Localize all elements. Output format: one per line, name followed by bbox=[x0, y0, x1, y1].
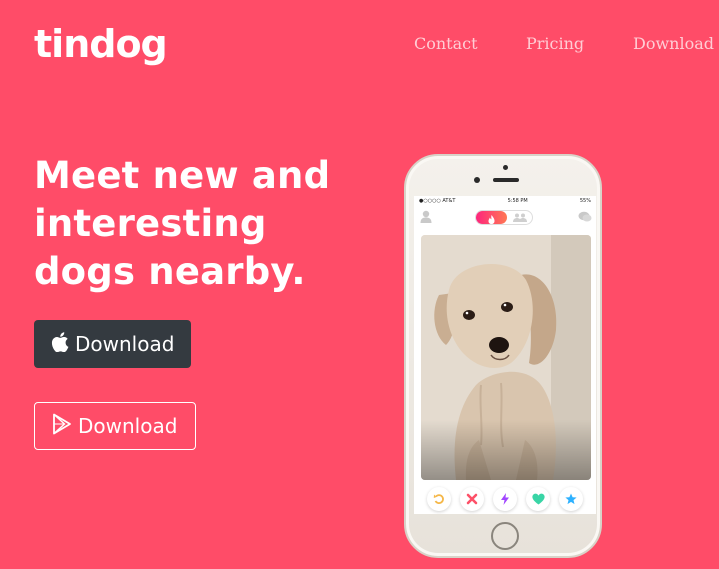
nav-pricing[interactable]: Pricing bbox=[526, 34, 584, 53]
chat-icon[interactable] bbox=[578, 211, 592, 223]
phone-front-sensor bbox=[474, 177, 480, 183]
status-bar: ●○○○○ AT&T 5:58 PM 55% bbox=[414, 196, 596, 206]
boost-button[interactable] bbox=[493, 487, 517, 511]
like-button[interactable] bbox=[526, 487, 550, 511]
top-nav: Contact Pricing Download bbox=[0, 34, 719, 58]
swipe-actions bbox=[414, 487, 596, 511]
dog-photo-card[interactable] bbox=[421, 235, 591, 480]
nav-contact[interactable]: Contact bbox=[414, 34, 478, 53]
like-icon bbox=[531, 493, 545, 505]
nope-icon bbox=[466, 493, 478, 505]
nope-button[interactable] bbox=[460, 487, 484, 511]
play-store-icon bbox=[52, 413, 72, 440]
play-download-label: Download bbox=[78, 414, 178, 438]
hero-headline: Meet new and interesting dogs nearby. bbox=[34, 152, 374, 296]
photo-shadow bbox=[421, 420, 591, 480]
phone-camera bbox=[503, 165, 508, 170]
superlike-icon bbox=[565, 493, 577, 505]
mode-toggle[interactable] bbox=[475, 210, 533, 225]
rewind-icon bbox=[433, 494, 444, 504]
apple-download-label: Download bbox=[75, 332, 175, 356]
profile-icon[interactable] bbox=[420, 210, 432, 223]
headline-line-2: interesting bbox=[34, 202, 267, 245]
superlike-button[interactable] bbox=[559, 487, 583, 511]
phone-mockup: ●○○○○ AT&T 5:58 PM 55% bbox=[404, 154, 602, 558]
rewind-button[interactable] bbox=[427, 487, 451, 511]
play-download-button[interactable]: Download bbox=[34, 402, 196, 450]
phone-speaker bbox=[493, 178, 519, 182]
group-icon[interactable] bbox=[512, 213, 528, 222]
phone-screen: ●○○○○ AT&T 5:58 PM 55% bbox=[414, 196, 596, 514]
boost-icon bbox=[501, 493, 509, 505]
nav-download[interactable]: Download bbox=[633, 34, 714, 53]
headline-line-1: Meet new and bbox=[34, 154, 331, 197]
battery-text: 55% bbox=[579, 198, 591, 204]
phone-home-button[interactable] bbox=[491, 522, 519, 550]
carrier-text: ●○○○○ AT&T bbox=[419, 198, 456, 204]
headline-line-3: dogs nearby. bbox=[34, 250, 306, 293]
app-topbar bbox=[414, 206, 596, 228]
apple-icon bbox=[51, 331, 69, 357]
flame-tab[interactable] bbox=[476, 211, 507, 224]
status-time: 5:58 PM bbox=[507, 198, 528, 204]
apple-download-button[interactable]: Download bbox=[34, 320, 191, 368]
flame-icon bbox=[488, 215, 495, 224]
